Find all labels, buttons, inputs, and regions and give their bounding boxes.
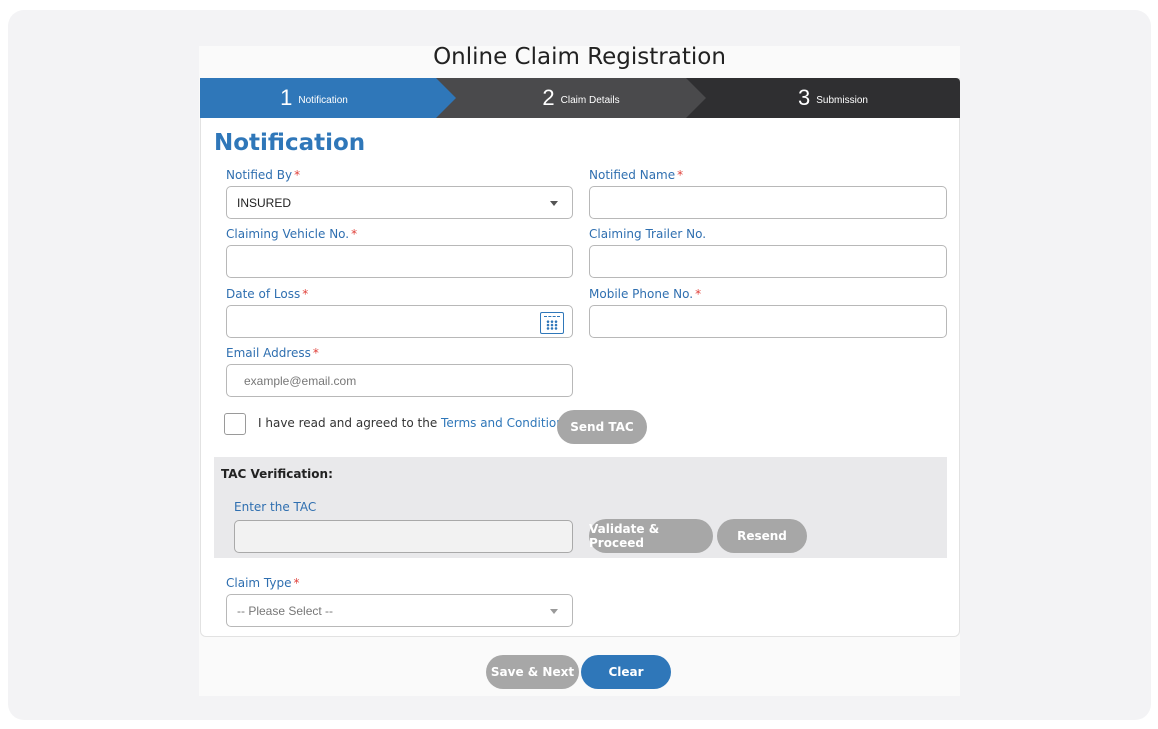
- notified-by-select[interactable]: INSURED: [226, 186, 573, 219]
- terms-prefix: I have read and agreed to the: [258, 416, 442, 430]
- date-of-loss-label-text: Date of Loss: [226, 287, 301, 301]
- required-mark: *: [695, 287, 702, 301]
- save-next-button[interactable]: Save & Next: [486, 655, 579, 689]
- step-number: 2: [542, 85, 555, 110]
- required-mark: *: [293, 576, 300, 590]
- tac-title: TAC Verification:: [221, 467, 333, 481]
- claim-type-placeholder: -- Please Select --: [237, 603, 334, 618]
- tac-input-label: Enter the TAC: [234, 500, 317, 514]
- send-tac-button[interactable]: Send TAC: [557, 410, 647, 444]
- claiming-vehicle-label: Claiming Vehicle No. *: [226, 227, 357, 241]
- required-mark: *: [312, 346, 319, 360]
- required-mark: *: [294, 168, 301, 182]
- claim-type-select[interactable]: -- Please Select --: [226, 594, 573, 627]
- terms-text: I have read and agreed to the Terms and …: [258, 416, 574, 430]
- required-mark: *: [677, 168, 684, 182]
- required-mark: *: [302, 287, 309, 301]
- claim-type-label: Claim Type *: [226, 576, 299, 590]
- resend-button[interactable]: Resend: [717, 519, 807, 553]
- claiming-trailer-input[interactable]: [589, 245, 947, 278]
- step-label: Notification: [298, 95, 348, 106]
- mobile-phone-label: Mobile Phone No. *: [589, 287, 701, 301]
- email-input[interactable]: example@email.com: [226, 364, 573, 397]
- email-label: Email Address *: [226, 346, 319, 360]
- terms-link[interactable]: Terms and Conditions: [441, 416, 570, 430]
- notified-by-label-text: Notified By: [226, 168, 293, 182]
- required-mark: *: [351, 227, 358, 241]
- email-placeholder: example@email.com: [244, 373, 357, 388]
- notified-name-label-text: Notified Name: [589, 168, 676, 182]
- calendar-icon[interactable]: [540, 312, 564, 334]
- notified-by-label: Notified By *: [226, 168, 300, 182]
- step-number: 1: [280, 85, 293, 110]
- chevron-down-icon: [550, 609, 558, 614]
- date-of-loss-input[interactable]: [226, 305, 573, 338]
- notified-name-label: Notified Name *: [589, 168, 683, 182]
- stepper: 1 Notification 2 Claim Details 3 Submiss…: [200, 78, 960, 118]
- step-submission[interactable]: 3 Submission: [686, 78, 960, 118]
- mobile-phone-label-text: Mobile Phone No.: [589, 287, 694, 301]
- step-notification[interactable]: 1 Notification: [200, 78, 456, 118]
- claiming-vehicle-label-text: Claiming Vehicle No.: [226, 227, 350, 241]
- mobile-phone-input[interactable]: [589, 305, 947, 338]
- date-of-loss-label: Date of Loss *: [226, 287, 308, 301]
- step-number: 3: [798, 85, 811, 110]
- email-label-text: Email Address: [226, 346, 311, 360]
- step-label: Submission: [816, 95, 868, 106]
- claim-type-label-text: Claim Type: [226, 576, 292, 590]
- claiming-vehicle-input[interactable]: [226, 245, 573, 278]
- notified-name-input[interactable]: [589, 186, 947, 219]
- claiming-trailer-label-text: Claiming Trailer No.: [589, 227, 707, 241]
- clear-button[interactable]: Clear: [581, 655, 671, 689]
- validate-proceed-button[interactable]: Validate & Proceed: [589, 519, 713, 553]
- claiming-trailer-label: Claiming Trailer No.: [589, 227, 706, 241]
- section-title: Notification: [214, 130, 366, 156]
- notified-by-value: INSURED: [237, 195, 292, 210]
- terms-checkbox[interactable]: [224, 413, 246, 435]
- tac-input[interactable]: [234, 520, 573, 553]
- page-title: Online Claim Registration: [433, 44, 726, 70]
- step-label: Claim Details: [560, 95, 620, 106]
- chevron-down-icon: [550, 201, 558, 206]
- step-claim-details[interactable]: 2 Claim Details: [436, 78, 706, 118]
